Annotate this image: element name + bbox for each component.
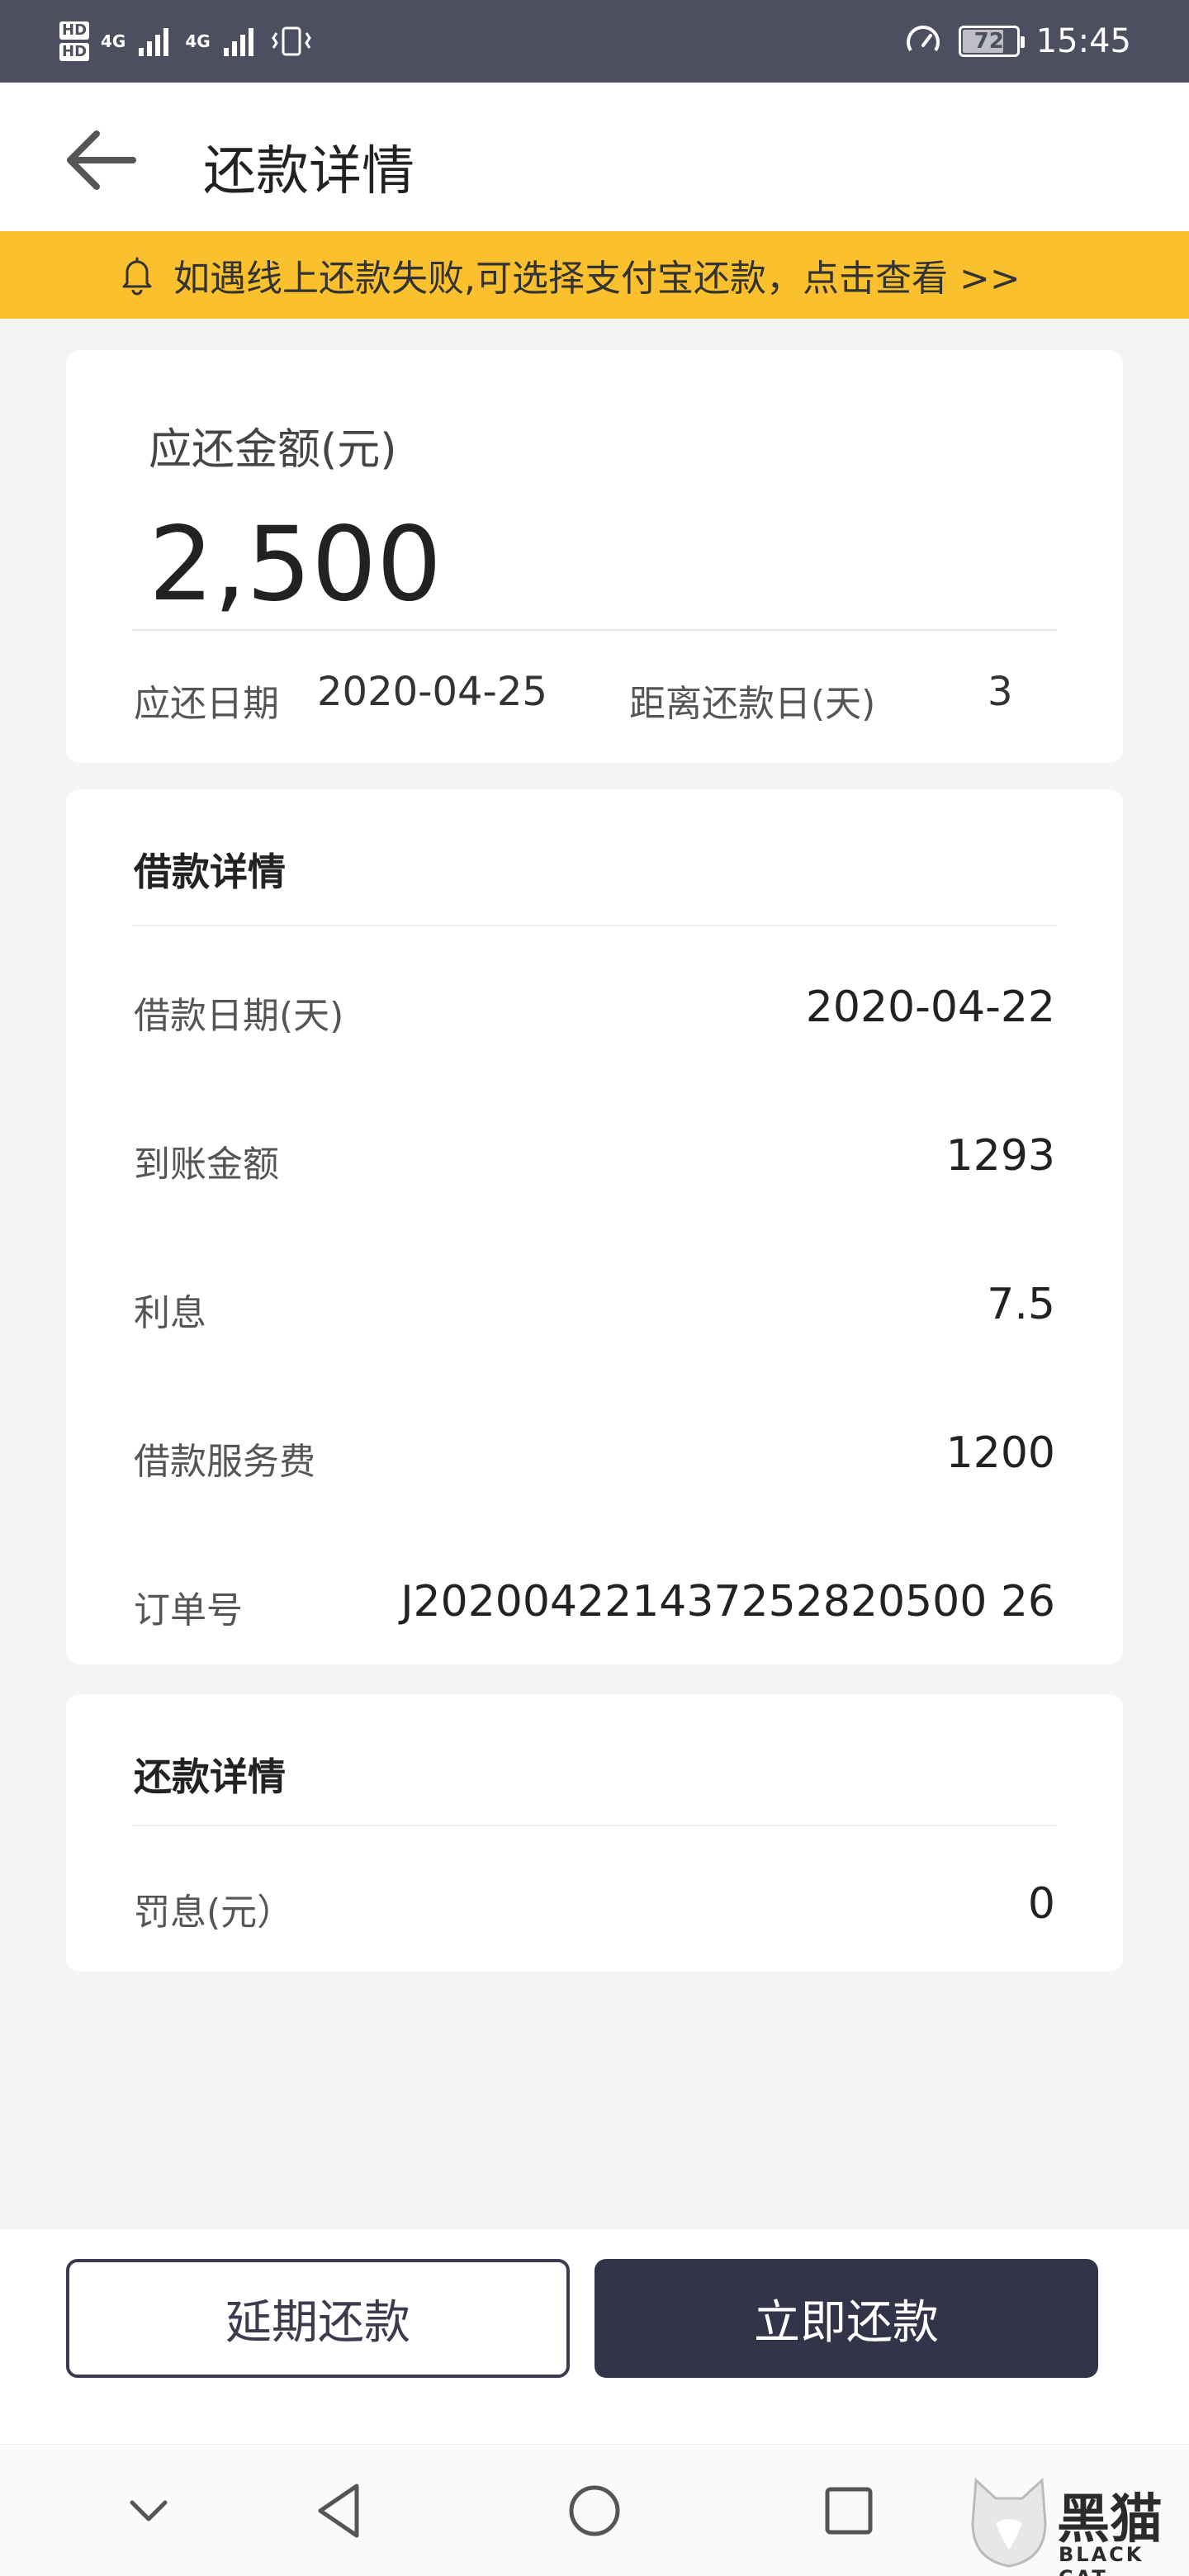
app-header: 还款详情 bbox=[0, 83, 1189, 231]
action-bar: 延期还款 立即还款 bbox=[0, 2229, 1189, 2444]
row-value: 0 bbox=[1027, 1879, 1055, 1929]
days-left-value: 3 bbox=[988, 669, 1013, 715]
network-label-2: 4G bbox=[185, 31, 211, 51]
hd-badge-2: HD bbox=[59, 43, 90, 61]
received-amount-row: 到账金额 1293 bbox=[134, 1116, 1055, 1191]
signal-icon-2 bbox=[223, 28, 253, 56]
loan-details-card: 借款详情 借款日期(天) 2020-04-22 到账金额 1293 利息 7.5… bbox=[66, 789, 1123, 1664]
row-label: 借款日期(天) bbox=[134, 995, 344, 1037]
status-bar: HD HD 4G 4G 72 15:45 bbox=[0, 0, 1189, 83]
amount-value: 2,500 bbox=[149, 505, 442, 624]
order-number-value: J202004221437252820500 26 bbox=[400, 1577, 1055, 1627]
page-title: 还款详情 bbox=[203, 141, 414, 202]
clock: 15:45 bbox=[1035, 22, 1131, 60]
penalty-row: 罚息(元） 0 bbox=[134, 1864, 1055, 1939]
battery-level: 72 bbox=[973, 29, 1004, 54]
loan-date-row: 借款日期(天) 2020-04-22 bbox=[134, 968, 1055, 1042]
divider bbox=[132, 629, 1057, 631]
row-label: 订单号 bbox=[134, 1589, 243, 1631]
watermark-brand: 黑猫 bbox=[1057, 2489, 1163, 2550]
hd-indicators: HD HD bbox=[59, 21, 90, 61]
due-date-label: 应还日期 bbox=[134, 683, 279, 725]
amount-card: 应还金额(元) 2,500 应还日期 2020-04-25 距离还款日(天) 3 bbox=[66, 350, 1123, 763]
nav-back-icon[interactable] bbox=[309, 2478, 375, 2544]
row-label: 利息 bbox=[134, 1292, 206, 1334]
amount-label: 应还金额(元) bbox=[149, 425, 397, 475]
row-label: 到账金额 bbox=[134, 1144, 279, 1186]
hd-badge-1: HD bbox=[59, 21, 90, 40]
notice-banner[interactable]: 如遇线上还款失败,可选择支付宝还款，点击查看 >> bbox=[0, 231, 1189, 319]
due-info-row: 应还日期 2020-04-25 距离还款日(天) 3 bbox=[134, 656, 1057, 730]
status-left: HD HD 4G 4G bbox=[59, 21, 313, 61]
days-left-label: 距离还款日(天) bbox=[629, 683, 876, 725]
network-label-1: 4G bbox=[101, 31, 126, 51]
row-value: 1200 bbox=[945, 1428, 1055, 1478]
interest-row: 利息 7.5 bbox=[134, 1265, 1055, 1339]
bell-icon bbox=[122, 257, 152, 296]
divider bbox=[132, 1825, 1057, 1826]
vibrate-icon bbox=[271, 26, 311, 56]
cat-logo-icon bbox=[971, 2477, 1047, 2568]
signal-icon bbox=[139, 28, 169, 56]
delay-repay-button[interactable]: 延期还款 bbox=[66, 2259, 570, 2378]
row-value: 7.5 bbox=[987, 1280, 1055, 1329]
nav-recent-icon[interactable] bbox=[816, 2478, 882, 2544]
service-fee-row: 借款服务费 1200 bbox=[134, 1413, 1055, 1488]
row-label: 借款服务费 bbox=[134, 1441, 315, 1483]
row-value: 1293 bbox=[945, 1131, 1055, 1181]
back-button[interactable] bbox=[59, 119, 142, 201]
notice-text: 如遇线上还款失败,可选择支付宝还款，点击查看 >> bbox=[173, 258, 1021, 300]
watermark-sub: BLACK CAT bbox=[1059, 2543, 1144, 2576]
row-value: 2020-04-22 bbox=[805, 983, 1055, 1032]
due-date-value: 2020-04-25 bbox=[317, 669, 547, 715]
status-right: 72 15:45 bbox=[904, 22, 1131, 60]
repayment-details-card: 还款详情 罚息(元） 0 bbox=[66, 1694, 1123, 1972]
section-title-repay: 还款详情 bbox=[134, 1754, 286, 1799]
watermark: 黑猫 BLACK CAT bbox=[966, 2474, 1189, 2576]
order-number-row: 订单号 J202004221437252820500 26 bbox=[134, 1562, 1055, 1636]
section-title-loan: 借款详情 bbox=[134, 850, 286, 894]
pay-now-button[interactable]: 立即还款 bbox=[594, 2259, 1098, 2378]
speedometer-icon bbox=[906, 26, 940, 52]
nav-home-icon[interactable] bbox=[561, 2478, 628, 2544]
divider bbox=[132, 925, 1057, 926]
row-label: 罚息(元） bbox=[134, 1892, 294, 1934]
chevron-down-icon[interactable] bbox=[116, 2478, 182, 2544]
arrow-left-icon bbox=[67, 130, 136, 190]
battery-icon: 72 bbox=[958, 26, 1025, 57]
